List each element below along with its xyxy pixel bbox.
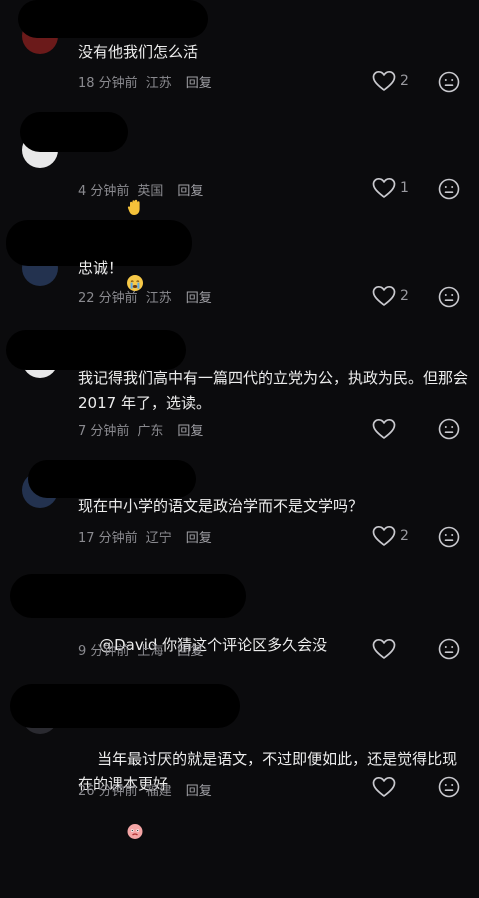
comment-region: 上海 xyxy=(137,644,164,659)
comment-item: 没有他我们怎么活 18 分钟前 江苏 回复 2 xyxy=(0,0,479,120)
like-button[interactable] xyxy=(372,418,400,440)
comment-text: 我记得我们高中有一篇四代的立党为公，执政为民。但那会 2017 年了，选读。 xyxy=(78,369,473,412)
neutral-face-icon xyxy=(438,71,460,93)
comment-region: 广东 xyxy=(137,424,164,439)
comment-meta: 9 分钟前 上海 回复 xyxy=(78,640,203,659)
comment-time: 26 分钟前 xyxy=(78,784,138,799)
dislike-button[interactable] xyxy=(438,776,460,798)
neutral-face-icon xyxy=(438,638,460,660)
redacted-username xyxy=(18,0,208,38)
dislike-button[interactable] xyxy=(438,526,460,548)
redacted-username xyxy=(28,460,196,498)
comment-item: 4 分钟前 英国 回复 1 xyxy=(0,110,479,367)
comment-meta: 26 分钟前 福建 回复 xyxy=(78,780,212,799)
comment-time: 9 分钟前 xyxy=(78,644,130,659)
heart-outline-icon xyxy=(372,177,396,198)
like-button[interactable]: 2 xyxy=(372,285,409,307)
dislike-button[interactable] xyxy=(438,638,460,660)
like-count: 2 xyxy=(400,73,409,89)
comment-region: 江苏 xyxy=(145,291,172,306)
like-button[interactable] xyxy=(372,776,400,798)
like-count: 1 xyxy=(400,180,409,196)
comment-item: @David 你猜这个评论区多久会没 9 分钟前 上海 回复 xyxy=(0,570,479,701)
comment-time: 18 分钟前 xyxy=(78,76,138,91)
like-count: 2 xyxy=(400,288,409,304)
comment-region: 辽宁 xyxy=(145,531,172,546)
heart-outline-icon xyxy=(372,418,396,439)
reply-button[interactable]: 回复 xyxy=(186,784,212,799)
comment-region: 江苏 xyxy=(145,76,172,91)
dislike-button[interactable] xyxy=(438,286,460,308)
reply-button[interactable]: 回复 xyxy=(186,76,212,91)
redacted-username xyxy=(20,112,128,152)
comment-time: 4 分钟前 xyxy=(78,184,130,199)
reply-button[interactable]: 回复 xyxy=(186,291,212,306)
comment-region: 福建 xyxy=(145,784,172,799)
neutral-face-icon xyxy=(438,776,460,798)
dislike-button[interactable] xyxy=(438,178,460,200)
neutral-face-icon xyxy=(438,526,460,548)
neutral-face-icon xyxy=(438,178,460,200)
comment-region: 英国 xyxy=(137,184,164,199)
like-button[interactable]: 2 xyxy=(372,70,409,92)
comment-meta: 18 分钟前 江苏 回复 xyxy=(78,72,212,91)
comment-item: 当年最讨厌的就是语文，不过即便如此，还是觉得比现在的课本更好 26 分钟前 福建回… xyxy=(0,680,479,839)
comment-meta: 7 分钟前 广东 回复 xyxy=(78,420,203,439)
comment-time: 7 分钟前 xyxy=(78,424,130,439)
neutral-face-icon xyxy=(438,418,460,440)
comment-item: 现在中小学的语文是政治学而不是文学吗？ 17 分钟前 辽宁 回复 2 xyxy=(0,460,479,570)
like-count: 2 xyxy=(400,528,409,544)
like-button[interactable]: 2 xyxy=(372,525,409,547)
like-button[interactable] xyxy=(372,638,400,660)
reply-button[interactable]: 回复 xyxy=(177,424,203,439)
sticker-emoji xyxy=(97,797,144,873)
reply-button[interactable]: 回复 xyxy=(177,644,203,659)
heart-outline-icon xyxy=(372,285,396,306)
heart-outline-icon xyxy=(372,525,396,546)
redacted-username xyxy=(6,330,186,370)
comment-text: 忠诚！ xyxy=(78,259,124,277)
heart-outline-icon xyxy=(372,776,396,797)
comment-time: 22 分钟前 xyxy=(78,291,138,306)
comment-meta: 17 分钟前 辽宁 回复 xyxy=(78,527,212,546)
reply-button[interactable]: 回复 xyxy=(177,184,203,199)
comment-item: 我记得我们高中有一篇四代的立党为公，执政为民。但那会 2017 年了，选读。 7… xyxy=(0,330,479,460)
comment-text: 没有他我们怎么活 xyxy=(78,43,199,61)
comment-text: 现在中小学的语文是政治学而不是文学吗？ xyxy=(78,497,364,515)
like-button[interactable]: 1 xyxy=(372,177,409,199)
comment-time: 17 分钟前 xyxy=(78,531,138,546)
neutral-face-icon xyxy=(438,286,460,308)
heart-outline-icon xyxy=(372,70,396,91)
reply-button[interactable]: 回复 xyxy=(186,531,212,546)
comment-item: 忠诚！ 22 分钟前 江苏 回复 2 xyxy=(0,220,479,330)
heart-outline-icon xyxy=(372,638,396,659)
dislike-button[interactable] xyxy=(438,418,460,440)
comment-meta: 4 分钟前 英国 回复 xyxy=(78,180,203,199)
dislike-button[interactable] xyxy=(438,71,460,93)
comment-meta: 22 分钟前 江苏 回复 xyxy=(78,287,212,306)
comment-text: 当年最讨厌的就是语文，不过即便如此，还是觉得比现在的课本更好 xyxy=(78,722,468,898)
